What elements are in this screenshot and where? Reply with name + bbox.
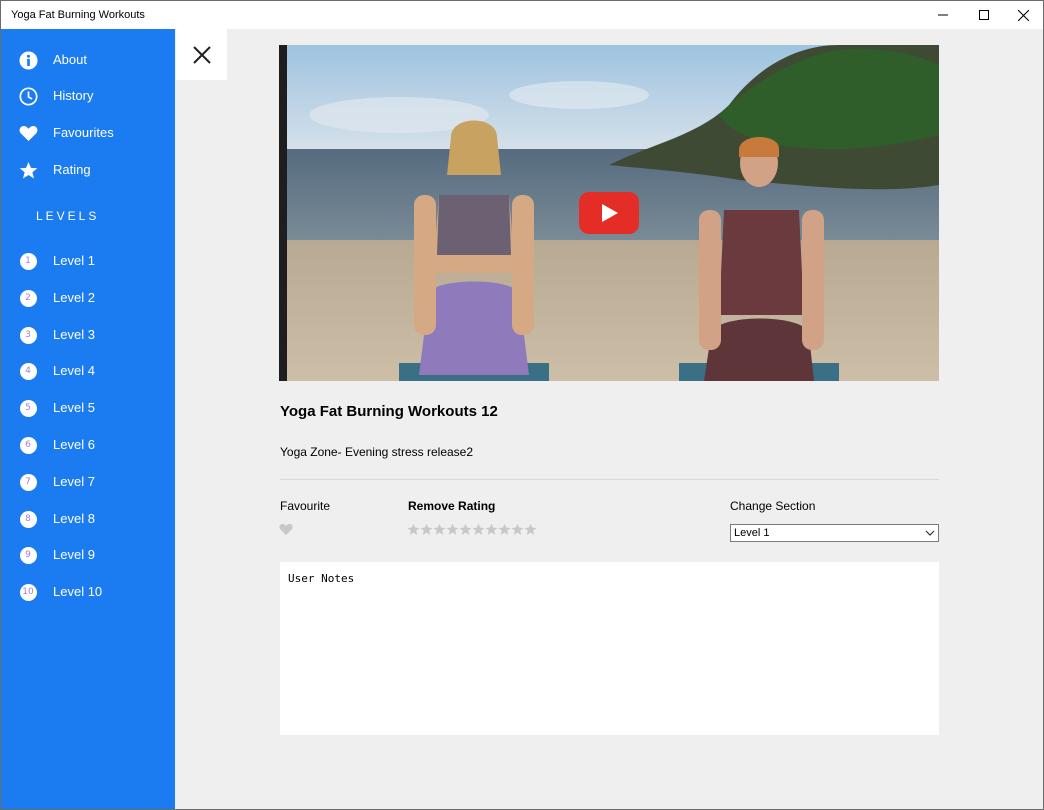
sidebar-item-level-5[interactable]: 5 Level 5 bbox=[1, 391, 175, 425]
video-title: Yoga Fat Burning Workouts 12 bbox=[280, 403, 498, 420]
section-select-value: Level 1 bbox=[734, 527, 770, 539]
sidebar-item-level-9[interactable]: 9 Level 9 bbox=[1, 538, 175, 572]
sidebar-item-level-8[interactable]: 8 Level 8 bbox=[1, 502, 175, 536]
video-description: Yoga Zone- Evening stress release2 bbox=[280, 445, 474, 459]
sidebar-item-level-1[interactable]: 1 Level 1 bbox=[1, 244, 175, 278]
sidebar-item-rating[interactable]: Rating bbox=[1, 153, 175, 187]
chevron-down-icon bbox=[925, 530, 935, 536]
minimize-button[interactable] bbox=[920, 1, 965, 29]
level-number: 4 bbox=[19, 362, 37, 380]
sidebar-item-label: Level 4 bbox=[53, 363, 95, 378]
number-badge-icon: 3 bbox=[18, 325, 38, 345]
number-badge-icon: 1 bbox=[18, 251, 38, 271]
user-notes-field[interactable]: User Notes bbox=[280, 562, 939, 735]
divider bbox=[280, 479, 939, 480]
video-player[interactable] bbox=[279, 45, 939, 381]
user-notes-placeholder: User Notes bbox=[288, 572, 355, 585]
info-icon bbox=[18, 50, 38, 70]
level-number: 10 bbox=[19, 583, 37, 601]
star-icon[interactable] bbox=[524, 523, 537, 536]
heart-icon bbox=[279, 523, 293, 536]
sidebar-item-level-2[interactable]: 2 Level 2 bbox=[1, 281, 175, 315]
clock-icon bbox=[18, 86, 38, 106]
sidebar-item-label: Rating bbox=[53, 162, 91, 177]
sidebar-item-label: About bbox=[53, 52, 87, 67]
change-section-label: Change Section bbox=[730, 499, 816, 513]
star-icon[interactable] bbox=[472, 523, 485, 536]
sidebar-item-label: Level 10 bbox=[53, 584, 103, 599]
star-icon[interactable] bbox=[420, 523, 433, 536]
window-title: Yoga Fat Burning Workouts bbox=[11, 9, 145, 21]
number-badge-icon: 6 bbox=[18, 435, 38, 455]
level-number: 1 bbox=[19, 252, 37, 270]
section-select[interactable]: Level 1 bbox=[730, 524, 939, 542]
sidebar-item-label: Level 2 bbox=[53, 290, 95, 305]
sidebar-item-level-10[interactable]: 10 Level 10 bbox=[1, 575, 175, 609]
number-badge-icon: 2 bbox=[18, 288, 38, 308]
app-window: Yoga Fat Burning Workouts About History bbox=[0, 0, 1044, 810]
sidebar-item-about[interactable]: About bbox=[1, 43, 175, 77]
level-number: 2 bbox=[19, 289, 37, 307]
number-badge-icon: 9 bbox=[18, 545, 38, 565]
sidebar-item-level-4[interactable]: 4 Level 4 bbox=[1, 354, 175, 388]
sidebar-item-label: Level 3 bbox=[53, 327, 95, 342]
sidebar-item-label: Level 8 bbox=[53, 511, 95, 526]
sidebar-item-level-6[interactable]: 6 Level 6 bbox=[1, 428, 175, 462]
minimize-icon bbox=[937, 14, 948, 16]
youtube-play-icon[interactable] bbox=[579, 192, 639, 234]
star-icon[interactable] bbox=[407, 523, 420, 536]
level-number: 9 bbox=[19, 546, 37, 564]
star-icon[interactable] bbox=[446, 523, 459, 536]
heart-icon bbox=[18, 123, 38, 143]
sidebar-item-label: History bbox=[53, 88, 94, 103]
sidebar-item-label: Favourites bbox=[53, 125, 114, 140]
sidebar-item-label: Level 5 bbox=[53, 400, 95, 415]
favourite-label: Favourite bbox=[280, 499, 331, 513]
number-badge-icon: 5 bbox=[18, 398, 38, 418]
remove-rating-button[interactable]: Remove Rating bbox=[408, 499, 495, 513]
star-icon[interactable] bbox=[498, 523, 511, 536]
number-badge-icon: 7 bbox=[18, 472, 38, 492]
level-number: 3 bbox=[19, 326, 37, 344]
rating-stars bbox=[407, 523, 537, 536]
maximize-button[interactable] bbox=[961, 1, 1006, 29]
favourite-toggle[interactable] bbox=[279, 523, 293, 541]
number-badge-icon: 10 bbox=[18, 582, 38, 602]
number-badge-icon: 4 bbox=[18, 361, 38, 381]
close-window-button[interactable] bbox=[1001, 1, 1043, 29]
star-icon bbox=[18, 160, 38, 180]
star-icon[interactable] bbox=[433, 523, 446, 536]
sidebar-item-history[interactable]: History bbox=[1, 79, 175, 113]
sidebar-item-label: Level 6 bbox=[53, 437, 95, 452]
number-badge-icon: 8 bbox=[18, 509, 38, 529]
levels-heading: LEVELS bbox=[36, 209, 100, 223]
sidebar-item-level-7[interactable]: 7 Level 7 bbox=[1, 465, 175, 499]
sidebar: About History Favourites Rating LEVELS 1… bbox=[1, 29, 175, 809]
level-number: 7 bbox=[19, 473, 37, 491]
sidebar-item-label: Level 1 bbox=[53, 253, 95, 268]
close-icon bbox=[1018, 9, 1029, 21]
close-pane-button[interactable] bbox=[176, 29, 227, 80]
sidebar-item-level-3[interactable]: 3 Level 3 bbox=[1, 318, 175, 352]
star-icon[interactable] bbox=[511, 523, 524, 536]
title-bar: Yoga Fat Burning Workouts bbox=[1, 1, 1043, 29]
sidebar-item-label: Level 9 bbox=[53, 547, 95, 562]
close-icon bbox=[192, 45, 211, 64]
maximize-icon bbox=[978, 10, 989, 20]
sidebar-item-favourites[interactable]: Favourites bbox=[1, 116, 175, 150]
level-number: 6 bbox=[19, 436, 37, 454]
level-number: 5 bbox=[19, 399, 37, 417]
star-icon[interactable] bbox=[485, 523, 498, 536]
level-number: 8 bbox=[19, 510, 37, 528]
sidebar-item-label: Level 7 bbox=[53, 474, 95, 489]
star-icon[interactable] bbox=[459, 523, 472, 536]
